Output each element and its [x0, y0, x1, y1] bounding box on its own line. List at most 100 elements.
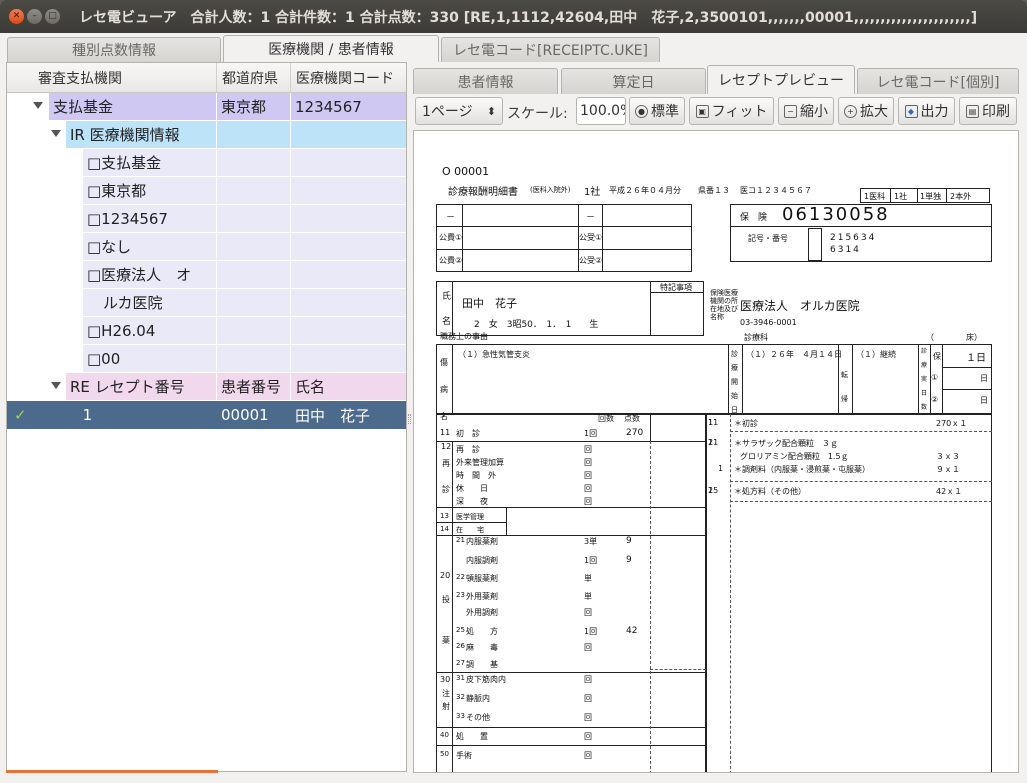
tree-row-ir[interactable]: IR 医療機関情報: [7, 121, 406, 149]
print-button[interactable]: ▤ 印刷: [959, 97, 1017, 125]
tree-row-ir-item[interactable]: □H26.04: [7, 317, 406, 345]
item-code: 26: [456, 642, 465, 650]
expand-arrow-icon[interactable]: [33, 102, 43, 109]
tab-patient-info[interactable]: 患者情報: [413, 68, 558, 94]
name-label-2: 名: [442, 317, 452, 327]
start-date-label: 診療開始日: [731, 350, 738, 414]
bed-count-label: （ 床）: [926, 333, 982, 342]
tab-category-points[interactable]: 種別点数情報: [7, 37, 221, 62]
item-code: 31: [456, 674, 465, 682]
receipt-preview[interactable]: O 00001 診療報酬明細書 (医科入院外) 1社 平成２６年０４月分 県番１…: [413, 130, 1019, 773]
receipt-serial: O 00001: [442, 165, 490, 178]
item-count: 回: [584, 497, 592, 506]
expand-arrow-icon[interactable]: [51, 382, 61, 389]
item-count: 単: [584, 574, 592, 583]
item-count: 回: [584, 675, 592, 684]
ir-item-pref: [217, 345, 291, 373]
page-select-value: 1ページ: [422, 104, 473, 120]
item-code: 14: [440, 525, 449, 533]
expand-arrow-icon[interactable]: [51, 130, 61, 137]
tab-calc-date[interactable]: 算定日: [561, 68, 706, 94]
item-code: 33: [456, 712, 465, 720]
sec-30-label: 30: [440, 675, 451, 684]
tree-row-ir-item[interactable]: □00: [7, 345, 406, 373]
fit-button[interactable]: ▣ フィット: [689, 97, 774, 125]
item-label: 内服薬剤: [466, 537, 498, 546]
tree-re-col2: 患者番号: [217, 373, 291, 401]
tree-row-ir-item[interactable]: □医療法人 オ: [7, 261, 406, 289]
days-value: １日: [966, 353, 986, 364]
sec-tou-label: 投: [442, 595, 450, 604]
tree-row-re[interactable]: RE レセプト番号 患者番号 氏名: [7, 373, 406, 401]
item-code: 23: [456, 591, 465, 599]
right-item-text: ＊初診: [734, 419, 758, 428]
kigo-box: [808, 228, 822, 261]
item-label: 調 基: [466, 660, 498, 669]
ir-item-code: [291, 261, 406, 289]
ir-item-label: □なし: [83, 233, 217, 261]
page-select[interactable]: 1ページ ⬍: [415, 97, 503, 125]
item-code: 50: [440, 750, 449, 758]
shrink-button[interactable]: − 縮小: [778, 97, 834, 125]
ir-item-code: [291, 177, 406, 205]
header-prefecture[interactable]: 都道府県: [217, 63, 291, 92]
standard-label: 標準: [651, 104, 679, 120]
tree-row-ir-item[interactable]: □なし: [7, 233, 406, 261]
item-label: 時 間 外: [456, 471, 496, 480]
insurer-number: 06130058: [782, 204, 890, 225]
shrink-label: 縮小: [800, 104, 828, 120]
tab-rece-code-file[interactable]: レセ電コード[RECEIPTC.UKE]: [441, 37, 660, 62]
scale-input[interactable]: 100.0%: [576, 97, 626, 125]
scale-label: スケール:: [507, 106, 568, 122]
ir-item-pref: [217, 177, 291, 205]
tree-row-ir-item[interactable]: □1234567: [7, 205, 406, 233]
tree-row-root[interactable]: 支払基金 東京都 1234567: [7, 93, 406, 121]
minimize-window-button[interactable]: –: [27, 9, 42, 24]
item-code: 13: [440, 512, 449, 520]
ir-item-label: □00: [83, 345, 217, 373]
maximize-window-button[interactable]: □: [45, 9, 60, 24]
ir-item-label: ルカ医院: [83, 289, 217, 317]
enlarge-button[interactable]: + 拡大: [838, 97, 894, 125]
patient-sex-birth: 2 女 3昭50． 1． 1 生: [474, 320, 599, 330]
juku-2-label: 公受②: [579, 256, 603, 265]
right-item-text: ＊調剤料（内服薬・浸煎薬・屯服薬）: [734, 465, 870, 474]
app-window: ✕ – □ レセ電ビューア 合計人数：1 合計件数：1 合計点数：330 [RE…: [0, 0, 1027, 783]
sec-sai-label: 再: [442, 459, 450, 468]
type-box-sha: 1社: [894, 192, 908, 201]
tree-row-selected-receipt[interactable]: ✓ 1 00001 田中 花子: [7, 401, 406, 429]
fit-label: フィット: [711, 104, 768, 120]
close-window-button[interactable]: ✕: [9, 9, 24, 24]
tree-row-ir-item[interactable]: □支払基金: [7, 149, 406, 177]
item-label: 医学管理: [456, 513, 484, 521]
header-institution-code[interactable]: 医療機関コード: [291, 63, 406, 92]
tab-receipt-preview[interactable]: レセプトプレビュー: [707, 65, 855, 94]
item-count: 3単: [584, 537, 598, 546]
item-label: 手術: [456, 751, 472, 760]
tab-rece-code-individual[interactable]: レセ電コード[個別]: [857, 68, 1019, 94]
header-payer[interactable]: 審査支払機関: [7, 63, 217, 92]
item-label: 処 置: [456, 732, 488, 741]
ir-item-code: [291, 233, 406, 261]
standard-button[interactable]: ● 標準: [629, 97, 685, 125]
tree-ir-code: [291, 121, 406, 149]
tree-row-ir-item[interactable]: ルカ医院: [7, 289, 406, 317]
tab-institution-patient[interactable]: 医療機関 / 患者情報: [223, 35, 439, 62]
occupation-label: 職務上の事由: [440, 332, 488, 341]
splitter-handle[interactable]: [408, 414, 411, 424]
ir-item-pref: [217, 205, 291, 233]
tree-row-ir-item[interactable]: □東京都: [7, 177, 406, 205]
item-code: 21: [456, 536, 465, 544]
item-count: 回: [584, 732, 592, 741]
output-button[interactable]: ◆ 出力: [898, 97, 955, 125]
sec-sha-label: 射: [442, 702, 450, 711]
zoom-out-icon: −: [784, 104, 797, 118]
right-item-text: ＊サラザック配合顆粒 ３ｇ: [734, 439, 838, 448]
sec-chu-label: 注: [442, 689, 450, 698]
check-icon: ✓: [14, 406, 27, 424]
days-kohi1-label: ①: [931, 373, 939, 382]
patient-name: 田中 花子: [462, 297, 517, 310]
fit-icon: ▣: [695, 104, 709, 118]
item-count: 1回: [584, 627, 598, 636]
item-label: 外用調剤: [466, 608, 498, 617]
